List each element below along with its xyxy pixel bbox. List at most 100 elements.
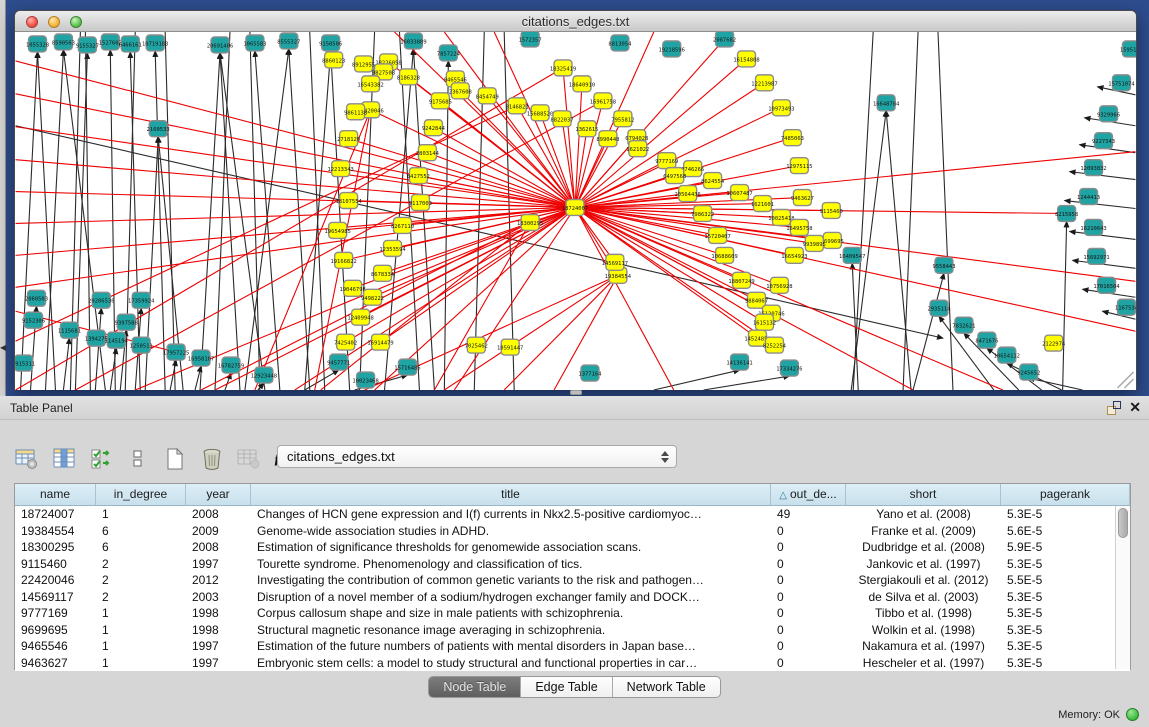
graph-node[interactable]: 1055328 [26, 36, 49, 52]
cell-in-degree[interactable]: 1 [96, 506, 186, 523]
cell-short[interactable]: Tibbo et al. (1998) [846, 605, 1001, 622]
cell-in-degree[interactable]: 6 [96, 539, 186, 556]
cell-name[interactable]: 22420046 [15, 572, 96, 589]
graph-node[interactable]: 10688609 [711, 247, 737, 263]
graph-node[interactable]: 8427552 [407, 168, 430, 184]
delete-column-icon[interactable] [199, 446, 225, 472]
cell-title[interactable]: Genome-wide association studies in ADHD. [251, 523, 771, 540]
table-selector-dropdown[interactable]: citations_edges.txt [277, 445, 677, 468]
graph-node[interactable]: 10023468 [352, 372, 378, 388]
cell-name[interactable]: 14569117 [15, 589, 96, 606]
cell-out-de-[interactable]: 0 [771, 638, 846, 655]
graph-node[interactable]: 1167534 [1115, 299, 1136, 315]
close-panel-icon[interactable]: ✕ [1129, 399, 1141, 416]
table-options-icon[interactable] [14, 446, 40, 472]
graph-node[interactable]: 9245652 [1017, 364, 1040, 380]
graph-node[interactable]: 7485063 [781, 130, 804, 146]
graph-node[interactable]: 7986322 [691, 206, 714, 222]
graph-node[interactable]: 15716485 [394, 359, 420, 375]
graph-node[interactable]: 9329966 [1097, 106, 1120, 122]
select-rows-icon[interactable] [88, 446, 114, 472]
graph-node[interactable]: 2718120 [337, 131, 360, 147]
tab-edge-table[interactable]: Edge Table [521, 677, 612, 697]
graph-node[interactable]: 7425402 [334, 334, 357, 350]
cell-year[interactable]: 2003 [186, 589, 251, 606]
graph-node[interactable]: 19166822 [330, 252, 356, 268]
column-header-out-de-[interactable]: △out_de... [771, 484, 846, 505]
vertical-scrollbar[interactable] [1115, 506, 1130, 669]
cell-title[interactable]: Embryonic stem cells: a model to study s… [251, 655, 771, 672]
graph-node[interactable]: 20691406 [207, 37, 233, 53]
graph-node[interactable]: 15692971 [1083, 248, 1109, 264]
cell-title[interactable]: Tourette syndrome. Phenomenology and cla… [251, 556, 771, 573]
show-columns-icon[interactable] [51, 446, 77, 472]
cell-short[interactable]: Yano et al. (2008) [846, 506, 1001, 523]
graph-node[interactable]: 16648784 [873, 95, 900, 111]
tab-node-table[interactable]: Node Table [429, 677, 521, 697]
graph-node[interactable]: 12093832 [1080, 160, 1106, 176]
graph-node[interactable]: 1145194 [105, 332, 129, 348]
graph-node[interactable]: 9558443 [932, 257, 955, 273]
network-window-titlebar[interactable]: citations_edges.txt [15, 11, 1136, 32]
graph-node[interactable]: 16409547 [839, 247, 865, 263]
column-header-in-degree[interactable]: in_degree [96, 484, 186, 505]
graph-node[interactable]: 12213987 [751, 75, 777, 91]
graph-node[interactable]: 8471676 [975, 332, 998, 348]
cell-year[interactable]: 2012 [186, 572, 251, 589]
graph-node[interactable]: 8267110 [391, 217, 414, 233]
cell-short[interactable]: Wolkin et al. (1998) [846, 622, 1001, 639]
graph-node[interactable]: 8590563 [52, 34, 75, 50]
graph-node[interactable]: 17957225 [163, 344, 189, 360]
graph-node[interactable]: 7955812 [611, 111, 634, 127]
table-type-segmented-control[interactable]: Node TableEdge TableNetwork Table [428, 676, 720, 698]
panel-divider-handle[interactable] [570, 390, 582, 395]
cell-name[interactable]: 18300295 [15, 539, 96, 556]
cell-title[interactable]: Investigating the contribution of common… [251, 572, 771, 589]
table-row[interactable]: 977716911998Corpus callosum shape and si… [15, 605, 1130, 622]
graph-node[interactable]: 16654923 [781, 247, 807, 263]
graph-node[interactable]: 9155327 [76, 37, 99, 53]
cell-short[interactable]: de Silva et al. (2003) [846, 589, 1001, 606]
graph-node[interactable]: 18724007 [562, 200, 588, 216]
graph-node[interactable]: 9397588 [115, 314, 138, 330]
graph-node[interactable]: 16914479 [367, 334, 393, 350]
table-header-row[interactable]: namein_degreeyeartitle△out_de...shortpag… [15, 484, 1130, 506]
cell-out-de-[interactable]: 0 [771, 539, 846, 556]
graph-node[interactable]: 18807249 [728, 272, 754, 288]
left-panel-edge[interactable]: ◀ [0, 0, 6, 396]
cell-title[interactable]: Structural magnetic resonance image aver… [251, 622, 771, 639]
graph-node[interactable]: 1572357 [519, 32, 542, 47]
graph-node[interactable]: 2803144 [416, 145, 440, 161]
cell-year[interactable]: 1998 [186, 605, 251, 622]
graph-node[interactable]: 15720407 [704, 227, 730, 243]
graph-node[interactable]: 18300295 [517, 214, 543, 230]
graph-node[interactable]: 1115681 [58, 322, 81, 338]
graph-node[interactable]: 1362615 [575, 121, 598, 137]
column-header-title[interactable]: title [251, 484, 771, 505]
graph-node[interactable]: 8215958 [1055, 206, 1078, 222]
graph-node[interactable]: 1377164 [578, 365, 602, 381]
graph-node[interactable]: 7832621 [952, 317, 975, 333]
cell-year[interactable]: 2008 [186, 506, 251, 523]
graph-node[interactable]: 1250511 [130, 337, 153, 353]
graph-node[interactable]: 1595148 [1120, 41, 1136, 57]
graph-node[interactable]: 8822037 [551, 111, 574, 127]
graph-node[interactable]: 15688520 [527, 105, 553, 121]
graph-node[interactable]: 19654985 [324, 222, 350, 238]
cell-year[interactable]: 2008 [186, 539, 251, 556]
table-row[interactable]: 911546021997Tourette syndrome. Phenomeno… [15, 556, 1130, 573]
cell-year[interactable]: 1997 [186, 655, 251, 672]
graph-node[interactable]: 9115460 [820, 203, 843, 219]
graph-node[interactable]: 9463627 [791, 190, 814, 206]
graph-node[interactable]: 18325419 [550, 60, 576, 76]
graph-node[interactable]: 16495758 [786, 219, 812, 235]
graph-node[interactable]: 16033809 [400, 33, 426, 49]
graph-node[interactable]: 10973493 [768, 100, 794, 116]
cell-year[interactable]: 2009 [186, 523, 251, 540]
graph-node[interactable]: 1621022 [626, 141, 649, 157]
graph-node[interactable]: 9498222 [361, 289, 384, 305]
graph-node[interactable]: 16210643 [1080, 219, 1106, 235]
graph-node[interactable]: 18107554 [335, 193, 362, 209]
graph-node[interactable]: 9939895 [803, 235, 826, 251]
graph-node[interactable]: 1615132 [753, 314, 776, 330]
